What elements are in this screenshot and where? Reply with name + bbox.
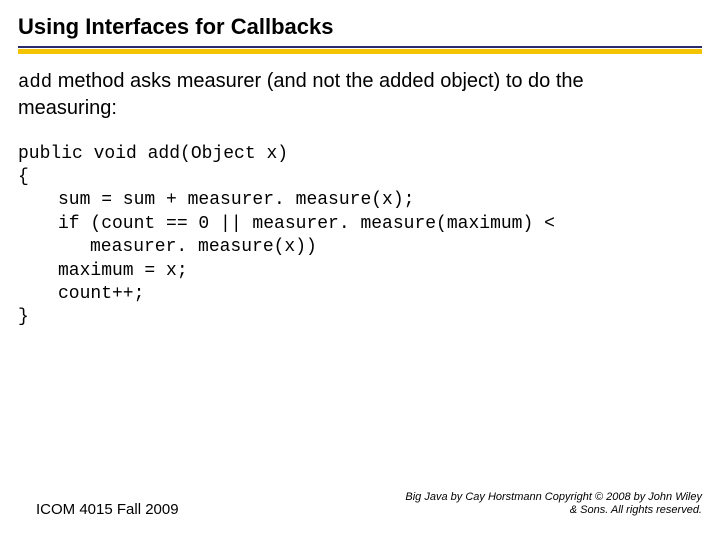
code-l1: public void add(Object x): [18, 144, 288, 164]
code-l6: maximum = x;: [18, 260, 702, 283]
slide-title: Using Interfaces for Callbacks: [18, 14, 702, 40]
code-l5: measurer. measure(x)): [18, 236, 702, 259]
body-line2: measuring:: [18, 97, 117, 119]
rule-dark: [18, 46, 702, 48]
footer-copyright: Big Java by Cay Horstmann Copyright © 20…: [405, 491, 702, 519]
code-block: public void add(Object x) { sum = sum + …: [18, 143, 702, 330]
body-paragraph: add method asks measurer (and not the ad…: [18, 68, 702, 121]
inline-code-add: add: [18, 71, 52, 93]
footer-copy-line2: & Sons. All rights reserved.: [570, 504, 702, 516]
title-underline: [18, 46, 702, 54]
footer-course: ICOM 4015 Fall 2009: [36, 501, 179, 518]
rule-yellow: [18, 49, 702, 54]
slide: Using Interfaces for Callbacks add metho…: [0, 0, 720, 540]
code-l4: if (count == 0 || measurer. measure(maxi…: [18, 213, 702, 236]
code-l8: }: [18, 307, 29, 327]
footer: ICOM 4015 Fall 2009 Big Java by Cay Hors…: [0, 491, 720, 519]
code-l2: {: [18, 167, 29, 187]
code-l3: sum = sum + measurer. measure(x);: [18, 189, 702, 212]
footer-copy-line1: Big Java by Cay Horstmann Copyright © 20…: [405, 491, 702, 503]
body-line1: method asks measurer (and not the added …: [52, 70, 583, 92]
code-l7: count++;: [18, 283, 702, 306]
